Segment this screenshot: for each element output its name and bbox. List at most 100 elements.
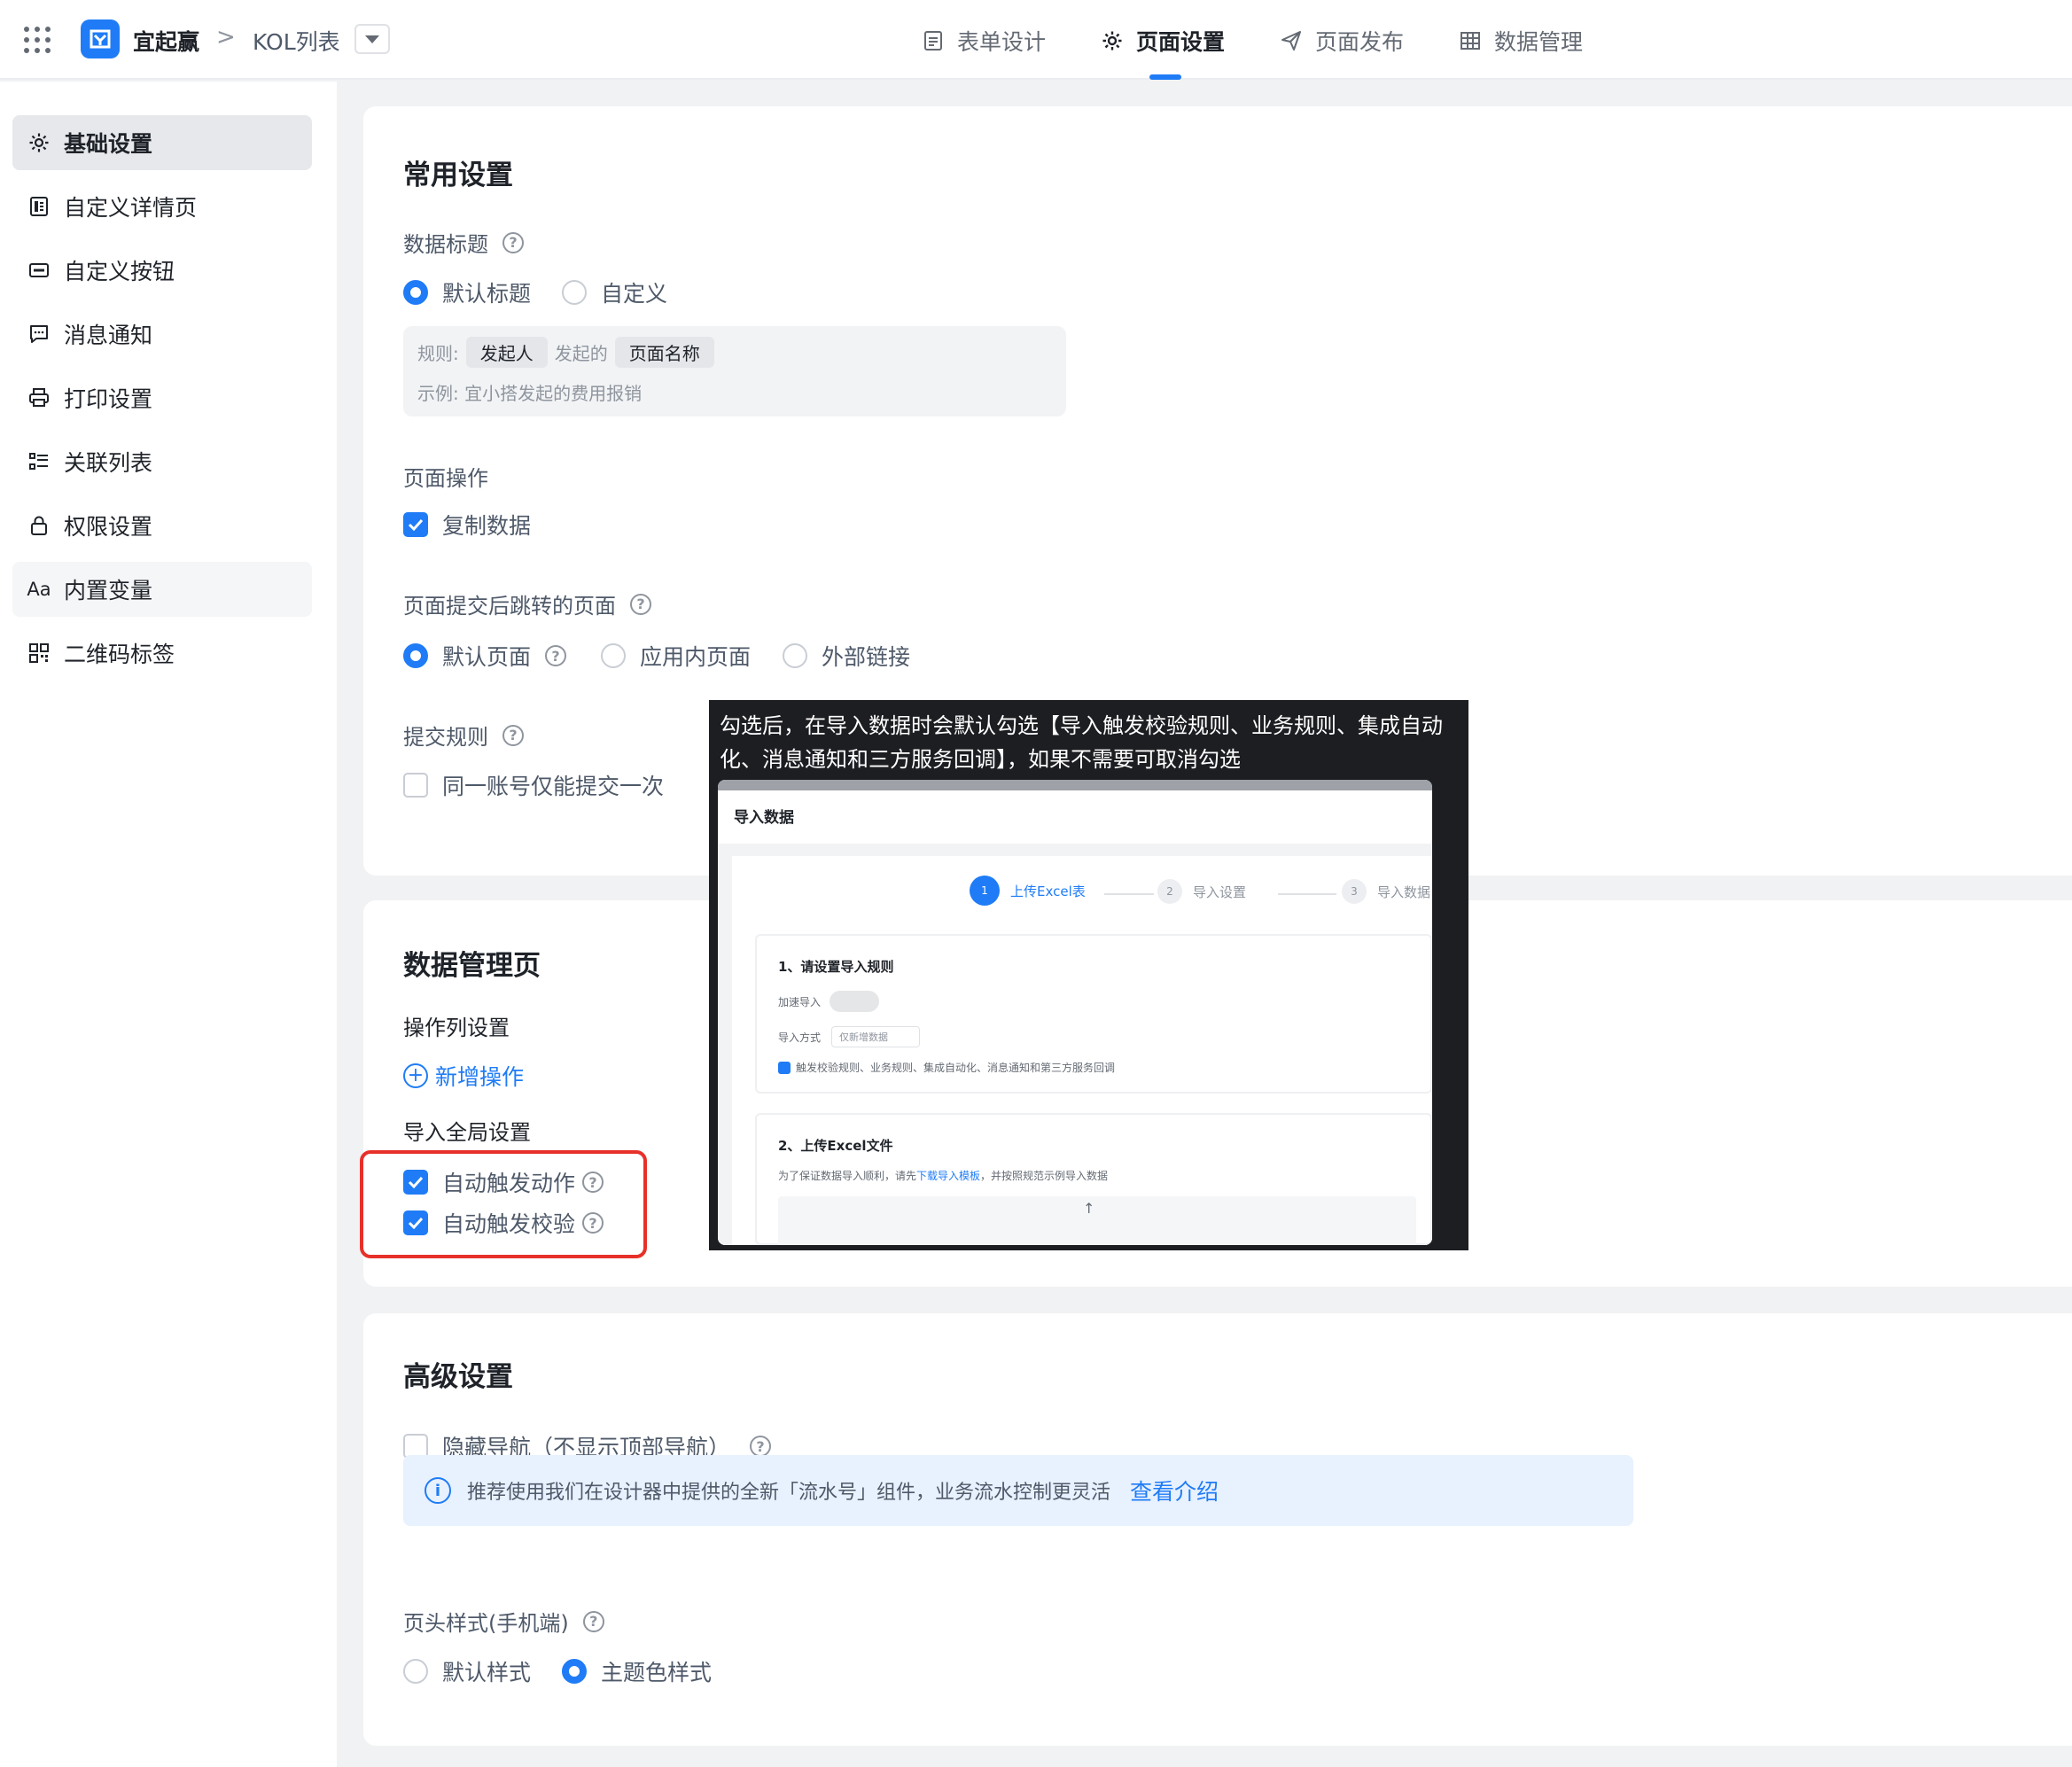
header-style-label: 页头样式(手机端) ? <box>403 1606 604 1637</box>
sidebar-item-label: 自定义详情页 <box>64 195 198 221</box>
radio-label: 默认页面 <box>442 644 532 670</box>
tab-label: 数据管理 <box>1494 29 1584 55</box>
radio-indicator <box>403 1659 428 1684</box>
qrcode-icon <box>27 641 51 666</box>
breadcrumb-separator: > <box>216 24 236 51</box>
import-dialog-preview: 导入数据 1 上传Excel表 2 导入设置 3 导入数据 1、请设置导入规则 … <box>718 780 1432 1245</box>
preview-fast-import: 加速导入 <box>778 991 880 1012</box>
help-icon[interactable]: ? <box>502 231 524 253</box>
preview-upload-area: ↑ <box>778 1196 1416 1245</box>
sidebar-item-message-notify[interactable]: 消息通知 <box>12 307 312 362</box>
preview-rule-card: 1、请设置导入规则 加速导入 导入方式 仅新增数据 触发校验规则、业务规则、集成… <box>755 934 1432 1094</box>
view-intro-link[interactable]: 查看介绍 <box>1130 1475 1219 1506</box>
preview-link: 下载导入模板 <box>916 1170 981 1182</box>
tab-page-publish[interactable]: 页面发布 <box>1280 23 1404 58</box>
sidebar-item-basic-settings[interactable]: 基础设置 <box>12 115 312 170</box>
preview-label: 导入方式 <box>778 1031 822 1044</box>
message-icon <box>27 322 51 346</box>
preview-label: 为了保证数据导入顺利，请先 <box>778 1170 917 1182</box>
radio-label: 自定义 <box>601 281 668 307</box>
label-text: 提交规则 <box>403 725 488 750</box>
section-title: 常用设置 <box>403 160 513 191</box>
radio-in-app-page[interactable]: 应用内页面 <box>601 640 751 672</box>
sidebar-item-label: 基础设置 <box>64 131 153 157</box>
sidebar-item-print-settings[interactable]: 打印设置 <box>12 370 312 425</box>
preview-step-2: 2 导入设置 <box>1157 879 1246 904</box>
radio-default-style[interactable]: 默认样式 <box>403 1655 531 1687</box>
app-grid-icon[interactable] <box>24 27 51 53</box>
upload-arrow-icon: ↑ <box>1083 1200 1095 1217</box>
rule-tag-page-name: 页面名称 <box>614 337 714 368</box>
import-settings-tooltip: 勾选后，在导入数据时会默认勾选【导入触发校验规则、业务规则、集成自动化、消息通知… <box>709 700 1468 1250</box>
label-text: 页面操作 <box>403 466 488 491</box>
preview-label: ，并按照规范示例导入数据 <box>980 1170 1109 1182</box>
sidebar-item-label: 内置变量 <box>64 578 153 603</box>
help-icon[interactable]: ? <box>545 645 567 666</box>
advanced-settings-card: 高级设置 隐藏导航（不显示顶部导航） ? i 推荐使用我们在设计器中提供的全新「… <box>363 1313 2072 1746</box>
help-icon[interactable]: ? <box>750 1436 772 1457</box>
radio-default-page[interactable]: 默认页面 ? <box>403 640 567 672</box>
caret-down-icon <box>365 35 379 43</box>
sidebar-item-related-list[interactable]: 关联列表 <box>12 434 312 489</box>
preview-step-3: 3 导入数据 <box>1342 879 1430 904</box>
after-submit-label: 页面提交后跳转的页面 ? <box>403 588 651 619</box>
app-logo-icon[interactable] <box>81 19 120 58</box>
step-connector <box>1278 893 1336 895</box>
tab-page-settings[interactable]: 页面设置 <box>1101 23 1225 58</box>
tab-label: 页面设置 <box>1136 29 1226 55</box>
radio-default-title[interactable]: 默认标题 <box>403 276 531 308</box>
preview-step-1: 1 上传Excel表 <box>970 876 1086 906</box>
sidebar-item-label: 打印设置 <box>64 386 153 412</box>
radio-indicator <box>601 643 626 668</box>
serial-number-info-banner: i 推荐使用我们在设计器中提供的全新「流水号」组件，业务流水控制更灵活 查看介绍 <box>403 1455 1633 1526</box>
help-icon[interactable]: ? <box>630 593 651 615</box>
info-icon: i <box>425 1477 451 1504</box>
add-action-label: 新增操作 <box>435 1064 525 1090</box>
preview-import-mode: 导入方式 仅新增数据 <box>778 1026 921 1047</box>
help-icon[interactable]: ? <box>582 1610 604 1632</box>
document-icon <box>922 29 945 52</box>
radio-indicator <box>783 643 807 668</box>
page-switch-dropdown[interactable] <box>354 24 390 54</box>
checkbox-indicator <box>403 773 428 798</box>
detail-page-icon <box>27 194 51 219</box>
tab-data-management[interactable]: 数据管理 <box>1459 23 1583 58</box>
checkbox-copy-data[interactable]: 复制数据 <box>403 509 531 541</box>
radio-label: 默认样式 <box>442 1660 532 1685</box>
radio-custom-title[interactable]: 自定义 <box>562 276 667 308</box>
sidebar-item-label: 自定义按钮 <box>64 259 175 284</box>
sidebar-item-builtin-variables[interactable]: Aa 内置变量 <box>12 562 312 617</box>
sidebar-item-custom-button[interactable]: 自定义按钮 <box>12 243 312 298</box>
step-number: 1 <box>970 876 1000 906</box>
radio-label: 应用内页面 <box>640 644 752 670</box>
add-action-button[interactable]: + 新增操作 <box>403 1060 524 1092</box>
preview-label: 加速导入 <box>778 995 822 1008</box>
step-connector <box>1104 893 1154 895</box>
step-label: 上传Excel表 <box>1010 883 1086 899</box>
rule-example: 示例: 宜小搭发起的费用报销 <box>417 383 643 404</box>
radio-theme-color-style[interactable]: 主题色样式 <box>562 1655 712 1687</box>
checkbox-label: 复制数据 <box>442 513 532 539</box>
help-icon[interactable]: ? <box>502 724 524 746</box>
breadcrumb-page-name[interactable]: KOL列表 <box>253 25 340 57</box>
app-name[interactable]: 宜起赢 <box>133 25 199 57</box>
radio-external-link[interactable]: 外部链接 <box>783 640 910 672</box>
checkbox-indicator <box>778 1061 791 1074</box>
checkbox-indicator <box>403 512 428 537</box>
sidebar-item-permission[interactable]: 权限设置 <box>12 498 312 553</box>
tab-form-design[interactable]: 表单设计 <box>922 23 1046 58</box>
sidebar-item-qrcode-label[interactable]: 二维码标签 <box>12 626 312 681</box>
tooltip-text: 勾选后，在导入数据时会默认勾选【导入触发校验规则、业务规则、集成自动化、消息通知… <box>720 713 1443 772</box>
preview-top-bar <box>718 780 1432 790</box>
radio-label: 主题色样式 <box>601 1660 713 1685</box>
radio-indicator <box>562 280 587 305</box>
sidebar-item-custom-detail-page[interactable]: 自定义详情页 <box>12 179 312 234</box>
checkbox-once-per-account[interactable]: 同一账号仅能提交一次 <box>403 769 664 801</box>
active-tab-indicator <box>1149 74 1181 80</box>
radio-indicator <box>562 1659 587 1684</box>
printer-icon <box>27 385 51 410</box>
preview-section-title: 2、上传Excel文件 <box>778 1138 893 1154</box>
rule-label: 规则: <box>417 343 459 364</box>
button-icon <box>27 258 51 283</box>
step-number: 2 <box>1157 879 1182 904</box>
